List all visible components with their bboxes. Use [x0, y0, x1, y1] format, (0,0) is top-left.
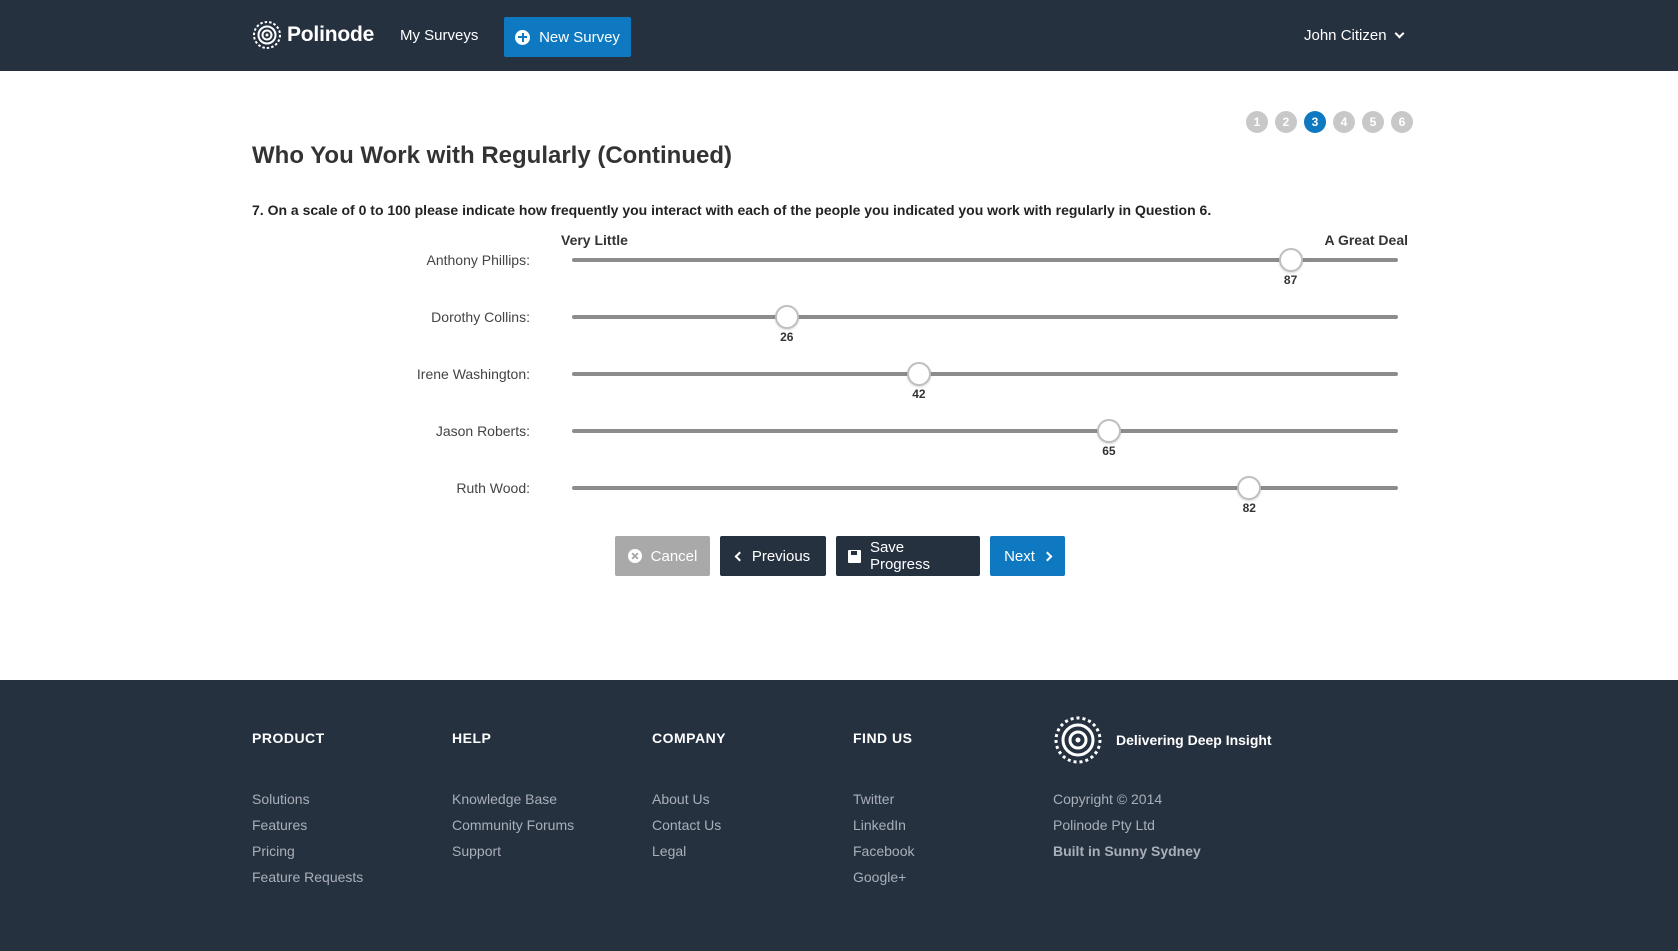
slider-label: Irene Washington:	[416, 366, 530, 382]
step-3-active: 3	[1304, 111, 1326, 133]
slider-label: Dorothy Collins:	[431, 309, 530, 325]
footer-built: Built in Sunny Sydney	[1053, 843, 1201, 859]
slider-value: 26	[780, 330, 794, 344]
footer-link-facebook[interactable]: Facebook	[853, 842, 914, 868]
footer-link-linkedin[interactable]: LinkedIn	[853, 816, 914, 842]
footer-link-features[interactable]: Features	[252, 816, 363, 842]
brand-name: Polinode	[287, 23, 375, 46]
user-name: John Citizen	[1304, 27, 1387, 44]
slider-value: 87	[1283, 273, 1298, 287]
footer-heading: FIND US	[853, 730, 913, 746]
top-navbar: Polinode My Surveys New Survey John Citi…	[0, 0, 1678, 71]
footer-link-solutions[interactable]: Solutions	[252, 790, 363, 816]
chevron-left-icon	[734, 551, 745, 561]
slider-row: Dorothy Collins: 26	[0, 305, 1678, 344]
scale-high-label: A Great Deal	[1324, 232, 1408, 248]
step-indicator: 1 2 3 4 5 6	[1246, 111, 1413, 133]
step-1: 1	[1246, 111, 1268, 133]
next-button[interactable]: Next	[990, 536, 1065, 576]
footer-link-contact-us[interactable]: Contact Us	[652, 816, 726, 842]
footer-company-name: Polinode Pty Ltd	[1053, 817, 1155, 833]
footer-link-about-us[interactable]: About Us	[652, 790, 726, 816]
slider-label: Ruth Wood:	[456, 480, 530, 496]
next-label: Next	[1004, 547, 1035, 565]
footer-tagline: Delivering Deep Insight	[1116, 732, 1272, 748]
slider-value: 82	[1242, 501, 1256, 515]
new-survey-button[interactable]: New Survey	[504, 17, 631, 57]
slider-row: Anthony Phillips: 87	[0, 248, 1678, 287]
previous-button[interactable]: Previous	[720, 536, 826, 576]
nav-my-surveys[interactable]: My Surveys	[400, 27, 478, 44]
chevron-down-icon	[1394, 28, 1404, 39]
user-menu[interactable]: John Citizen	[1304, 27, 1404, 44]
slider-value: 42	[912, 387, 926, 401]
save-icon	[848, 549, 861, 563]
page-title: Who You Work with Regularly (Continued)	[252, 142, 732, 169]
footer: PRODUCT Solutions Features Pricing Featu…	[0, 680, 1678, 951]
slider-track[interactable]: 26	[572, 305, 1398, 344]
slider-track[interactable]: 87	[572, 248, 1398, 287]
footer-heading: COMPANY	[652, 730, 727, 746]
step-4: 4	[1333, 111, 1355, 133]
slider-row: Ruth Wood: 82	[0, 476, 1678, 515]
previous-label: Previous	[751, 547, 811, 565]
footer-copyright: Copyright © 2014	[1053, 791, 1163, 807]
footer-link-twitter[interactable]: Twitter	[853, 790, 914, 816]
slider-row: Irene Washington: 42	[0, 362, 1678, 401]
footer-heading: PRODUCT	[252, 730, 325, 746]
polinode-logo-icon	[253, 21, 281, 49]
slider-label: Anthony Phillips:	[426, 252, 530, 268]
footer-link-community-forums[interactable]: Community Forums	[452, 816, 574, 842]
step-6: 6	[1391, 111, 1413, 133]
footer-col-find-us: FIND US Twitter LinkedIn Facebook Google…	[853, 730, 914, 894]
slider-handle[interactable]	[1278, 248, 1303, 272]
step-2: 2	[1275, 111, 1297, 133]
footer-col-help: HELP Knowledge Base Community Forums Sup…	[452, 730, 574, 868]
close-circle-icon	[627, 549, 642, 563]
slider-track[interactable]: 42	[572, 362, 1398, 401]
slider-handle[interactable]	[906, 362, 931, 386]
step-5: 5	[1362, 111, 1384, 133]
action-buttons: Cancel Previous Save Progress Next	[615, 536, 1065, 576]
slider-label: Jason Roberts:	[435, 423, 530, 439]
slider-handle[interactable]	[1237, 476, 1262, 500]
plus-circle-icon	[515, 29, 531, 45]
chevron-right-icon	[1042, 551, 1053, 561]
footer-col-product: PRODUCT Solutions Features Pricing Featu…	[252, 730, 363, 894]
scale-low-label: Very Little	[561, 232, 628, 248]
footer-link-legal[interactable]: Legal	[652, 842, 726, 868]
footer-heading: HELP	[452, 730, 492, 746]
slider-track[interactable]: 82	[572, 476, 1398, 515]
slider-value: 65	[1102, 444, 1116, 458]
footer-link-support[interactable]: Support	[452, 842, 574, 868]
polinode-logo-icon	[1054, 716, 1102, 764]
slider-handle[interactable]	[1096, 419, 1121, 443]
cancel-button[interactable]: Cancel	[615, 536, 710, 576]
cancel-label: Cancel	[650, 547, 698, 565]
save-progress-button[interactable]: Save Progress	[836, 536, 980, 576]
footer-link-pricing[interactable]: Pricing	[252, 842, 363, 868]
save-label: Save Progress	[869, 539, 930, 573]
footer-link-knowledge-base[interactable]: Knowledge Base	[452, 790, 574, 816]
footer-link-google-plus[interactable]: Google+	[853, 868, 914, 894]
slider-row: Jason Roberts: 65	[0, 419, 1678, 458]
footer-info: Copyright © 2014 Polinode Pty Ltd Built …	[1053, 790, 1201, 868]
brand-logo-link[interactable]: Polinode	[252, 20, 374, 50]
new-survey-label: New Survey	[539, 28, 620, 46]
footer-col-company: COMPANY About Us Contact Us Legal	[652, 730, 726, 868]
slider-track[interactable]: 65	[572, 419, 1398, 458]
footer-link-feature-requests[interactable]: Feature Requests	[252, 868, 363, 894]
footer-brand: Delivering Deep Insight	[1053, 715, 1272, 765]
question-text: 7. On a scale of 0 to 100 please indicat…	[252, 202, 1212, 218]
slider-handle[interactable]	[774, 305, 799, 329]
